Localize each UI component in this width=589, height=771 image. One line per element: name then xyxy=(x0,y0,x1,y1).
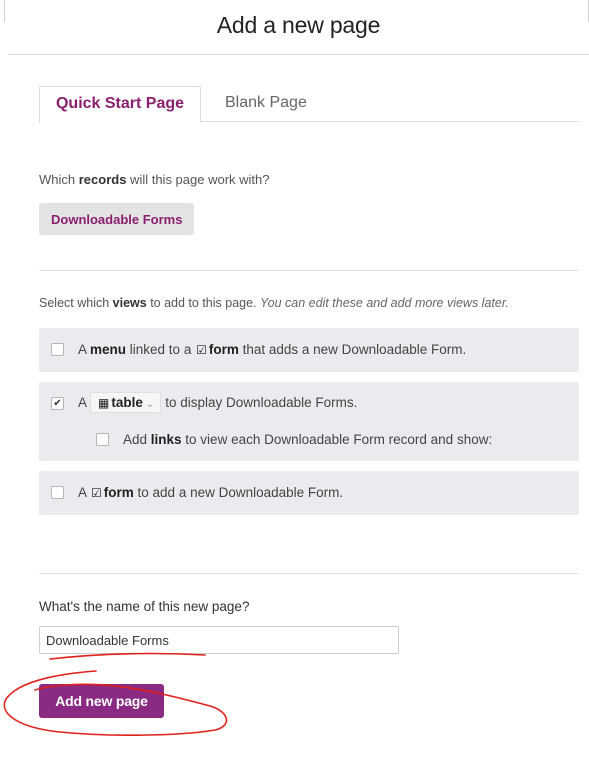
form-view-checkbox[interactable] xyxy=(51,486,64,499)
view-option-menu: A menu linked to a ☑ form that adds a new… xyxy=(39,328,579,372)
form-check-icon: ☑ xyxy=(196,343,207,357)
tab-blank-page[interactable]: Blank Page xyxy=(225,86,307,120)
records-select-button[interactable]: Downloadable Forms xyxy=(39,203,195,235)
divider xyxy=(39,573,579,574)
menu-view-checkbox[interactable] xyxy=(51,343,64,356)
add-links-label: Add links to view each Downloadable Form… xyxy=(123,432,493,447)
form-check-icon: ☑ xyxy=(91,486,102,500)
underline-annotation xyxy=(49,652,206,660)
view-type-select[interactable]: ▦ table ⌄ xyxy=(90,392,162,413)
tab-bar: Quick Start Page Blank Page xyxy=(39,86,579,123)
table-grid-icon: ▦ xyxy=(98,396,110,410)
window-edge-left xyxy=(4,0,5,22)
view-option-form: A ☑ form to add a new Downloadable Form. xyxy=(39,471,579,515)
table-view-label: A ▦ table ⌄ to display Downloadable Forms. xyxy=(78,392,357,413)
tab-quick-start-page[interactable]: Quick Start Page xyxy=(39,86,201,123)
views-question: Select which views to add to this page. … xyxy=(39,296,509,310)
page-name-label: What's the name of this new page? xyxy=(39,599,250,614)
table-view-checkbox[interactable]: ✔ xyxy=(51,397,64,410)
chevron-down-icon: ⌄ xyxy=(145,399,155,410)
page-name-input[interactable] xyxy=(39,626,399,654)
form-view-label: A ☑ form to add a new Downloadable Form. xyxy=(78,485,344,500)
add-links-checkbox[interactable] xyxy=(96,433,109,446)
records-question: Which records will this page work with? xyxy=(39,172,270,187)
add-new-page-button[interactable]: Add new page xyxy=(39,684,164,718)
divider xyxy=(39,270,579,271)
page-header: Add a new page xyxy=(8,0,589,55)
menu-view-label: A menu linked to a ☑ form that adds a new… xyxy=(78,342,467,357)
view-option-table: ✔ A ▦ table ⌄ to display Downloadable Forms.… xyxy=(39,382,579,461)
page-title: Add a new page xyxy=(216,12,381,38)
